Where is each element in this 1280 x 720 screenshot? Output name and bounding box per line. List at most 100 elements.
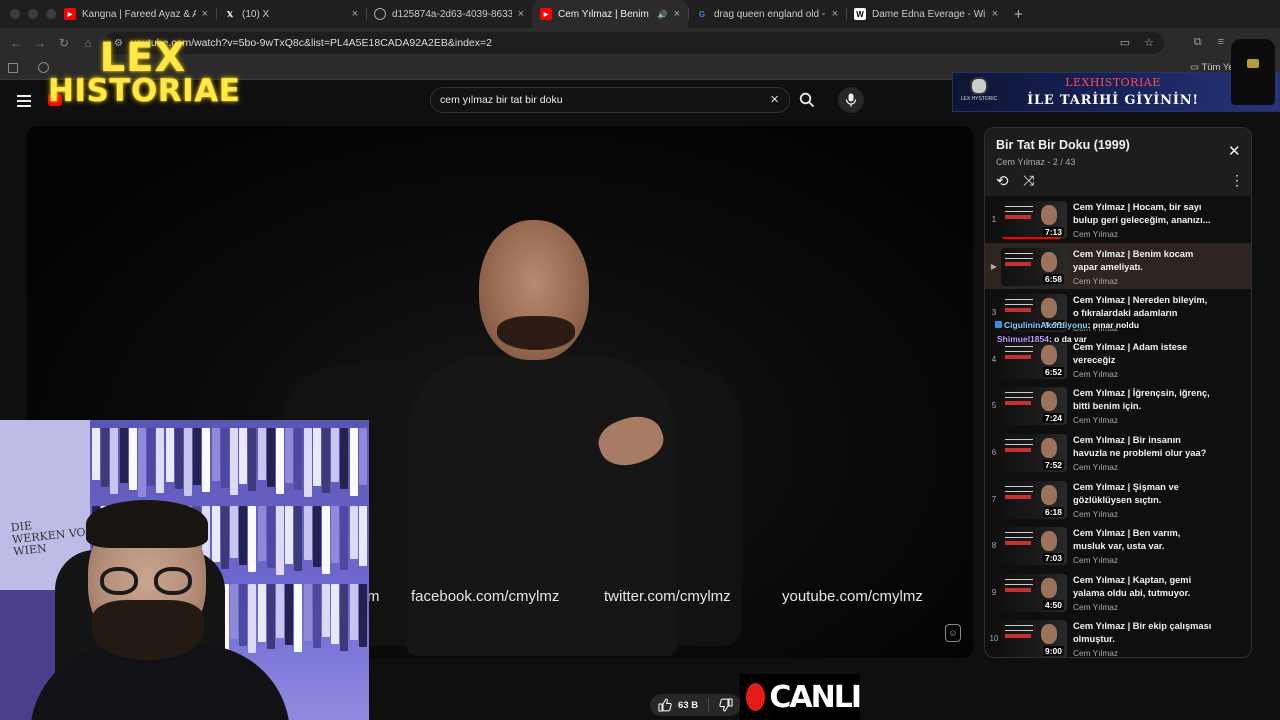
- video-thumbnail[interactable]: 7:03: [1001, 527, 1067, 566]
- menu-icon[interactable]: [17, 92, 31, 110]
- browser-tab[interactable]: 𝕏 (10) X ×: [216, 0, 366, 28]
- video-title[interactable]: Cem Yılmaz | Şişman ve gözlüklüysen sıçt…: [1073, 481, 1213, 507]
- live-indicator: CANLI: [740, 674, 862, 720]
- browser-tab[interactable]: W Dame Edna Everage - Wikipe ×: [846, 0, 1006, 28]
- channel-name[interactable]: Cem Yılmaz: [1073, 648, 1213, 657]
- speaker-icon[interactable]: 🔊: [658, 10, 668, 19]
- chat-username: CigulininAkordiyonu: [1004, 320, 1088, 330]
- close-tab-icon[interactable]: ×: [518, 8, 524, 20]
- video-duration: 7:13: [1042, 227, 1064, 237]
- more-options-icon[interactable]: ⋮: [1230, 172, 1244, 189]
- video-thumbnail[interactable]: 7:52: [1001, 433, 1067, 472]
- bookmark-star-icon[interactable]: ☆: [1144, 36, 1154, 49]
- video-thumbnail[interactable]: 6:18: [1001, 480, 1067, 519]
- banner-brand: LEX HYSTORIC: [960, 96, 998, 102]
- video-title[interactable]: Cem Yılmaz | Bir ekip çalışması olmuştur…: [1073, 620, 1213, 646]
- search-input[interactable]: cem yılmaz bir tat bir doku ×: [430, 87, 790, 113]
- browser-tab[interactable]: d125874a-2d63-4039-8633 ×: [366, 0, 532, 28]
- window-controls[interactable]: [0, 9, 56, 19]
- tab-title: Kangna | Fareed Ayaz & Abu M: [82, 8, 196, 20]
- channel-name[interactable]: Cem Yılmaz: [1073, 602, 1213, 612]
- video-title[interactable]: Cem Yılmaz | Kaptan, gemi yalama oldu ab…: [1073, 574, 1213, 600]
- profile-menu-icon[interactable]: ≡: [1218, 36, 1224, 49]
- extensions-icon[interactable]: ⧉: [1194, 36, 1202, 49]
- playlist-item[interactable]: 1 7:13 Cem Yılmaz | Hocam, bir sayı bulup …: [985, 196, 1251, 243]
- playlist-item-index: 3: [991, 308, 997, 318]
- loop-icon[interactable]: ⟲: [996, 172, 1009, 190]
- back-icon[interactable]: ←: [4, 36, 28, 50]
- webcam-feed: DIE WERKEN VOR WIEN: [0, 420, 369, 720]
- playlist-item[interactable]: ▶ 6:58 Cem Yılmaz | Benim kocam yapar amel…: [985, 242, 1251, 290]
- cast-icon[interactable]: ▭: [1120, 36, 1130, 49]
- channel-name[interactable]: Cem Yılmaz: [1073, 369, 1213, 379]
- video-thumbnail[interactable]: 6:58: [1001, 247, 1067, 286]
- close-tab-icon[interactable]: ×: [352, 8, 358, 20]
- channel-watermark-icon[interactable]: ☺: [945, 624, 961, 642]
- microphone-icon: [845, 93, 857, 107]
- tab-title: (10) X: [242, 8, 270, 20]
- apps-icon[interactable]: [8, 63, 18, 73]
- close-tab-icon[interactable]: ×: [832, 8, 838, 20]
- playlist-item[interactable]: 9 4:50 Cem Yılmaz | Kaptan, gemi yalama ol…: [985, 569, 1251, 616]
- video-duration: 6:58: [1042, 273, 1064, 284]
- browser-tab-bar: ▶Kangna | Fareed Ayaz & Abu M×𝕏(10) X×d1…: [0, 0, 1280, 28]
- close-icon[interactable]: ✕: [1228, 142, 1241, 160]
- chat-text: : pınar noldu: [1087, 320, 1140, 330]
- playlist-item-index: 6: [991, 447, 997, 457]
- video-title[interactable]: Cem Yılmaz | İğrençsin, iğrenç, bitti be…: [1073, 387, 1213, 413]
- caption-facebook: facebook.com/cmylmz: [411, 588, 560, 605]
- playlist-item-index: 8: [991, 541, 997, 551]
- video-thumbnail[interactable]: 9:00: [1001, 620, 1067, 657]
- url-bar[interactable]: ⚙ youtube.com/watch?v=5bo-9wTxQ8c&list=P…: [104, 32, 1164, 54]
- voice-search-button[interactable]: [838, 87, 864, 113]
- video-title[interactable]: Cem Yılmaz | Ben varım, musluk var, usta…: [1073, 527, 1213, 553]
- video-duration: 7:24: [1042, 413, 1064, 424]
- channel-name[interactable]: Cem Yılmaz: [1073, 229, 1213, 239]
- close-tab-icon[interactable]: ×: [674, 8, 680, 20]
- browser-tab[interactable]: ▶ Cem Yılmaz | Benim kocam 🔊 ×: [532, 0, 688, 28]
- chat-message: Shimuel1854: o da var: [997, 334, 1087, 344]
- playlist-item[interactable]: 6 7:52 Cem Yılmaz | Bir insanın havuzla ne…: [985, 429, 1251, 476]
- close-tab-icon[interactable]: ×: [992, 8, 998, 20]
- video-title[interactable]: Cem Yılmaz | Bir insanın havuzla ne prob…: [1073, 434, 1213, 460]
- channel-name[interactable]: Cem Yılmaz: [1073, 509, 1213, 519]
- video-thumbnail[interactable]: 7:24: [1001, 387, 1067, 426]
- video-title[interactable]: Cem Yılmaz | Benim kocam yapar ameliyatı…: [1073, 248, 1213, 274]
- banner-title: LEXHISTORIAE: [1065, 76, 1161, 89]
- new-tab-icon[interactable]: +: [1006, 6, 1031, 23]
- channel-name[interactable]: Cem Yılmaz: [1073, 276, 1213, 286]
- video-thumbnail[interactable]: 6:52: [1001, 340, 1067, 379]
- playlist-item[interactable]: 7 6:18 Cem Yılmaz | Şişman ve gözlüklüysen…: [985, 476, 1251, 523]
- video-duration: 6:52: [1042, 366, 1064, 377]
- dislike-icon[interactable]: [719, 698, 733, 712]
- channel-name[interactable]: Cem Yılmaz: [1073, 415, 1213, 425]
- shuffle-icon[interactable]: ⤨: [1023, 172, 1034, 189]
- chat-username: Shimuel1854: [997, 334, 1049, 344]
- playlist-subtitle: Cem Yılmaz - 2 / 43: [996, 157, 1076, 167]
- playlist-item[interactable]: 8 7:03 Cem Yılmaz | Ben varım, musluk var,…: [985, 522, 1251, 569]
- video-title[interactable]: Cem Yılmaz | Nereden bileyim, o fıkralar…: [1073, 294, 1213, 321]
- playlist-title[interactable]: Bir Tat Bir Doku (1999): [996, 138, 1130, 152]
- video-title[interactable]: Cem Yılmaz | Hocam, bir sayı bulup geri …: [1073, 201, 1213, 227]
- playlist-panel: Bir Tat Bir Doku (1999) Cem Yılmaz - 2 /…: [984, 127, 1252, 658]
- x-icon: 𝕏: [226, 9, 234, 19]
- like-icon[interactable]: [658, 698, 672, 712]
- browser-tab[interactable]: ▶ Kangna | Fareed Ayaz & Abu M ×: [56, 0, 216, 28]
- close-tab-icon[interactable]: ×: [202, 8, 208, 20]
- video-thumbnail[interactable]: 7:13: [1001, 201, 1067, 239]
- playlist-item[interactable]: 10 9:00 Cem Yılmaz | Bir ekip çalışması ol…: [985, 615, 1251, 657]
- wikipedia-icon: W: [854, 8, 866, 20]
- browser-tab[interactable]: Gdrag queen england old - Goo ×: [688, 0, 846, 28]
- clear-search-icon[interactable]: ×: [770, 91, 779, 108]
- playlist-item-index: 10: [989, 634, 999, 644]
- playlist-item[interactable]: 5 7:24 Cem Yılmaz | İğrençsin, iğrenç, bit…: [985, 382, 1251, 429]
- banner-subtitle: İLE TARİHİ GİYİNİN!: [1027, 93, 1199, 108]
- video-thumbnail[interactable]: 4:50: [1001, 573, 1067, 612]
- video-duration: 9:00: [1042, 646, 1064, 657]
- channel-name[interactable]: Cem Yılmaz: [1073, 555, 1213, 565]
- video-title[interactable]: Cem Yılmaz | Adam istese vereceğiz: [1073, 341, 1213, 367]
- caption-youtube: youtube.com/cmylmz: [782, 588, 923, 605]
- channel-name[interactable]: Cem Yılmaz: [1073, 462, 1213, 472]
- search-button[interactable]: [788, 87, 826, 113]
- playlist-item-index: ▶: [990, 261, 998, 271]
